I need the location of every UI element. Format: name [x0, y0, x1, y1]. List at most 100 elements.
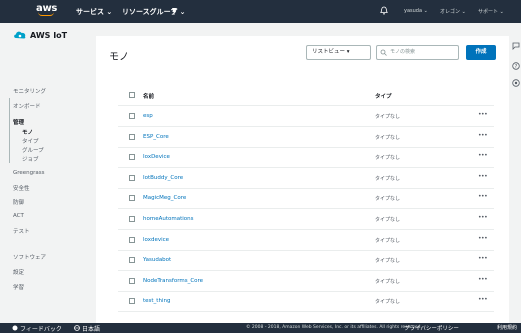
page-title: モノ [109, 52, 129, 63]
table-row[interactable]: MagicMeg_Core タイプなし ••• [118, 189, 494, 210]
sidebar-item-settings[interactable]: 設定 [13, 268, 24, 276]
iot-brand[interactable]: AWS IoT [13, 29, 67, 41]
sidebar-item-types[interactable]: タイプ [22, 137, 39, 145]
row-actions-menu[interactable]: ••• [478, 296, 488, 303]
list-view-dropdown[interactable]: リストビュー ▾ [306, 45, 371, 60]
row-checkbox[interactable] [129, 133, 135, 140]
table-row[interactable]: ESP_Core タイプなし ••• [118, 128, 494, 148]
row-actions-menu[interactable]: ••• [478, 173, 488, 180]
sidebar-item-monitoring[interactable]: モニタリング [13, 87, 46, 95]
thing-type: タイプなし [375, 258, 401, 265]
table-header: 名前 タイプ [118, 86, 494, 106]
things-panel: モノ リストビュー ▾ モノの検索 作成 名前 タイプ esp タイプなし ••• E… [96, 36, 509, 323]
table-row[interactable]: esp タイプなし ••• [118, 107, 494, 127]
table-row[interactable]: IotBuddy_Core タイプなし ••• [118, 169, 494, 189]
row-checkbox[interactable] [129, 113, 135, 119]
thing-name-link[interactable]: esp [143, 113, 153, 119]
aws-logo-text: aws [36, 3, 58, 14]
row-actions-menu[interactable]: ••• [478, 255, 488, 262]
thing-name-link[interactable]: Yasudabot [143, 257, 171, 263]
sidebar-item-onboard[interactable]: オンボード [13, 102, 41, 110]
row-actions-menu[interactable]: ••• [478, 276, 488, 283]
header-type[interactable]: タイプ [375, 92, 392, 100]
user-menu[interactable]: yasuda ⌄ [404, 8, 428, 14]
copyright-text: © 2008 - 2018, Amazon Web Services, Inc.… [246, 325, 422, 330]
thing-name-link[interactable]: ESP_Core [143, 134, 169, 140]
sidebar-item-greengrass[interactable]: Greengrass [13, 170, 45, 176]
globe-icon [74, 325, 80, 331]
top-nav: aws サービス ⌄ リソースグループ ⌄ yasuda ⌄ オレゴン ⌄ サポ… [0, 0, 521, 23]
aws-logo[interactable]: aws [36, 3, 58, 19]
sidebar-item-groups[interactable]: グループ [22, 146, 44, 154]
thing-type: タイプなし [375, 237, 401, 244]
thing-type: タイプなし [375, 278, 401, 285]
help-icon[interactable]: ? [512, 62, 520, 70]
row-checkbox[interactable] [129, 174, 135, 181]
table-row[interactable]: homeAutomations タイプなし ••• [118, 210, 494, 230]
header-name[interactable]: 名前 [143, 92, 154, 100]
search-input[interactable]: モノの検索 [376, 45, 459, 60]
row-actions-menu[interactable]: ••• [478, 111, 488, 118]
thing-name-link[interactable]: IoxDevice [143, 154, 170, 160]
thing-type: タイプなし [375, 196, 401, 203]
services-menu[interactable]: サービス ⌄ [76, 7, 112, 17]
sidebar-item-test[interactable]: テスト [13, 227, 30, 235]
thing-type: タイプなし [375, 299, 401, 306]
sidebar-item-manage[interactable]: 管理 [13, 118, 24, 126]
privacy-link[interactable]: プライバシーポリシー [404, 324, 459, 332]
row-actions-menu[interactable]: ••• [478, 235, 488, 242]
thing-name-link[interactable]: homeAutomations [143, 216, 194, 222]
create-button[interactable]: 作成 [466, 45, 496, 60]
row-actions-menu[interactable]: ••• [478, 214, 488, 221]
iot-brand-label: AWS IoT [30, 30, 68, 40]
feedback-link[interactable]: フィードバック [20, 324, 62, 333]
terms-link[interactable]: 利用規約 [497, 324, 517, 331]
thing-name-link[interactable]: IotBuddy_Core [143, 175, 183, 181]
thing-name-link[interactable]: loxdevice [143, 237, 169, 243]
row-checkbox[interactable] [129, 154, 135, 161]
row-checkbox[interactable] [129, 236, 135, 243]
search-icon [380, 49, 387, 56]
table-row[interactable]: IoxDevice タイプなし ••• [118, 148, 494, 169]
table-row[interactable]: NodeTransforms_Core タイプなし ••• [118, 272, 494, 292]
row-actions-menu[interactable]: ••• [478, 193, 488, 200]
svg-text:?: ? [515, 64, 518, 70]
footer: フィードバック 日本語 © 2008 - 2018, Amazon Web Se… [0, 323, 521, 333]
row-checkbox[interactable] [129, 298, 135, 305]
thing-name-link[interactable]: test_thing [143, 298, 170, 304]
sidebar-item-things[interactable]: モノ [22, 128, 33, 136]
search-placeholder: モノの検索 [390, 49, 416, 55]
row-checkbox[interactable] [129, 195, 135, 202]
sidebar-item-learn[interactable]: 学習 [13, 283, 24, 291]
feedback-icon [12, 325, 18, 331]
support-menu[interactable]: サポート ⌄ [478, 8, 504, 15]
thing-name-link[interactable]: NodeTransforms_Core [143, 278, 203, 284]
bell-icon[interactable] [380, 6, 388, 15]
select-all-checkbox[interactable] [129, 92, 135, 98]
thing-type: タイプなし [375, 175, 401, 182]
thing-name-link[interactable]: MagicMeg_Core [143, 195, 186, 201]
comment-icon[interactable] [512, 42, 520, 50]
sidebar-active-bar [9, 98, 10, 163]
thing-type: タイプなし [375, 217, 401, 223]
iot-cloud-icon [14, 31, 26, 39]
pin-icon[interactable] [171, 7, 177, 15]
thing-type: タイプなし [375, 134, 401, 141]
sidebar-item-act[interactable]: ACT [13, 213, 24, 219]
row-actions-menu[interactable]: ••• [478, 132, 488, 139]
row-actions-menu[interactable]: ••• [478, 152, 488, 159]
table-row[interactable]: test_thing タイプなし ••• [118, 292, 494, 313]
row-checkbox[interactable] [129, 216, 135, 222]
table-row[interactable]: loxdevice タイプなし ••• [118, 231, 494, 251]
thing-type: タイプなし [375, 155, 401, 162]
row-checkbox[interactable] [129, 277, 135, 284]
sidebar-item-defend[interactable]: 防御 [13, 198, 24, 206]
sidebar-item-software[interactable]: ソフトウェア [13, 253, 46, 261]
settings-icon[interactable] [512, 79, 520, 87]
sidebar-item-secure[interactable]: 安全性 [13, 184, 30, 192]
table-row[interactable]: Yasudabot タイプなし ••• [118, 251, 494, 272]
language-selector[interactable]: 日本語 [82, 324, 100, 333]
row-checkbox[interactable] [129, 257, 135, 264]
sidebar-item-jobs[interactable]: ジョブ [22, 155, 39, 163]
region-menu[interactable]: オレゴン ⌄ [440, 8, 466, 15]
